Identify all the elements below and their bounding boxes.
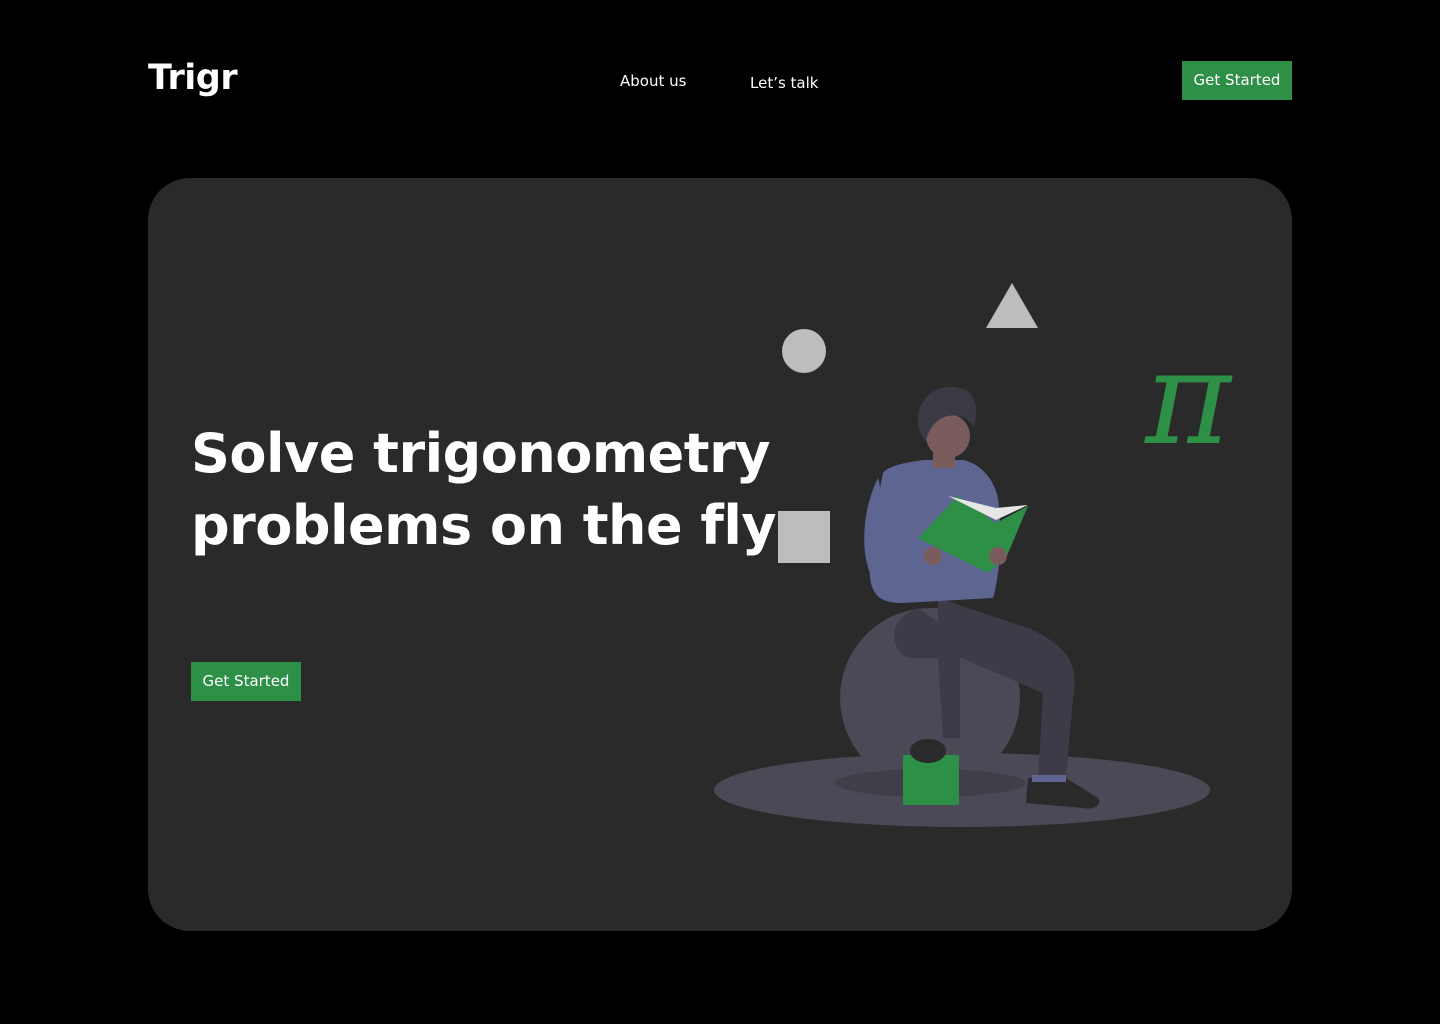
nav-lets-talk[interactable]: Let’s talk <box>750 73 818 93</box>
landing-page: Trigr About us Let’s talk Get Started So… <box>0 0 1440 1024</box>
triangle-shape <box>986 283 1038 328</box>
pi-symbol: π <box>1143 322 1233 474</box>
header-get-started-button[interactable]: Get Started <box>1182 61 1292 100</box>
person-reading-illustration: π <box>714 283 1233 827</box>
hero-card: Solve trigonometry problems on the fly G… <box>148 178 1292 931</box>
square-shape <box>778 511 830 563</box>
nav-about-us[interactable]: About us <box>620 71 686 91</box>
hero-get-started-button[interactable]: Get Started <box>191 662 301 701</box>
circle-shape <box>782 329 826 373</box>
logo[interactable]: Trigr <box>148 54 238 102</box>
